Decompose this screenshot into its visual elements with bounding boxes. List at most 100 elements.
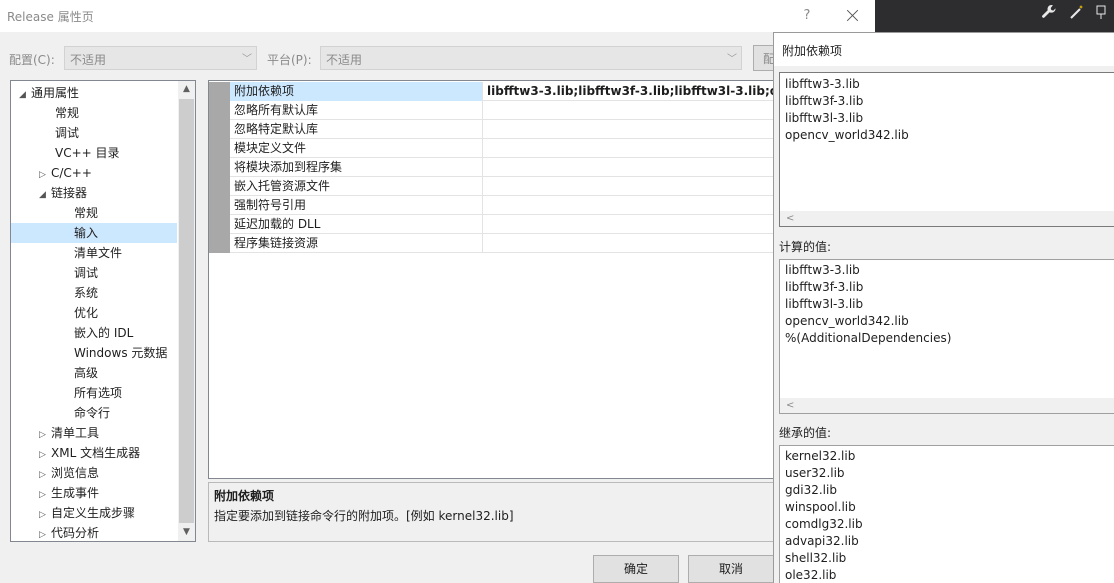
- close-icon[interactable]: [838, 3, 866, 29]
- property-value[interactable]: [483, 120, 774, 139]
- collapsed-arrow-icon[interactable]: ▷: [39, 465, 51, 485]
- property-tree[interactable]: ◢ 通用属性 常规 调试 VC++ 目录 ▷ C/C++ ◢ 链接器 常规 输入 清单文件 调试 系统 优化…: [10, 80, 196, 542]
- tree-item[interactable]: 清单文件: [11, 243, 177, 263]
- property-grid: 附加依赖项 libfftw3-3.lib;libfftw3f-3.lib;libf…: [208, 80, 775, 479]
- property-value[interactable]: [483, 139, 774, 158]
- tree-item[interactable]: 常规: [11, 103, 177, 123]
- computed-values-label: 计算的值:: [779, 240, 832, 254]
- collapsed-arrow-icon[interactable]: ▷: [39, 445, 51, 465]
- tree-item[interactable]: 命令行: [11, 403, 177, 423]
- tree-item-label: VC++ 目录: [55, 146, 120, 160]
- tree-item[interactable]: VC++ 目录: [11, 143, 177, 163]
- property-value[interactable]: [483, 177, 774, 196]
- tree-item[interactable]: 高级: [11, 363, 177, 383]
- tree-item[interactable]: 所有选项: [11, 383, 177, 403]
- property-row[interactable]: 程序集链接资源: [209, 234, 774, 253]
- tree-item-label: 生成事件: [51, 486, 100, 500]
- tree-item[interactable]: 常规: [11, 203, 177, 223]
- tree-item[interactable]: 输入: [11, 223, 177, 243]
- collapsed-arrow-icon[interactable]: ▷: [39, 165, 51, 185]
- list-item: winspool.lib: [785, 500, 856, 514]
- property-row[interactable]: 将模块添加到程序集: [209, 158, 774, 177]
- tree-scrollbar-thumb[interactable]: [179, 99, 194, 523]
- dependencies-edit-items: libfftw3-3.lib libfftw3f-3.lib libfftw3l-3…: [780, 76, 1114, 144]
- property-name: 忽略所有默认库: [230, 101, 483, 120]
- tree-item[interactable]: Windows 元数据: [11, 343, 177, 363]
- scroll-up-icon[interactable]: ▲: [178, 81, 195, 98]
- tree-item[interactable]: ◢ 通用属性: [19, 83, 177, 103]
- tree-item[interactable]: ▷ 清单工具: [11, 423, 177, 443]
- property-row[interactable]: 强制符号引用: [209, 196, 774, 215]
- dialog-title: Release 属性页: [7, 10, 94, 24]
- property-row[interactable]: 忽略特定默认库: [209, 120, 774, 139]
- property-description: 附加依赖项 指定要添加到链接命令行的附加项。[例如 kernel32.lib]: [208, 482, 775, 542]
- property-value[interactable]: [483, 101, 774, 120]
- tree-item[interactable]: 调试: [11, 263, 177, 283]
- scroll-down-icon[interactable]: ▼: [178, 524, 195, 541]
- collapsed-arrow-icon[interactable]: ▷: [39, 525, 51, 541]
- collapsed-arrow-icon[interactable]: ▷: [39, 425, 51, 445]
- tree-item[interactable]: ▷ 代码分析: [11, 523, 177, 541]
- tree-item[interactable]: ▷ XML 文档生成器: [11, 443, 177, 463]
- tree-item-label: 调试: [55, 126, 80, 140]
- property-pages-dialog: Release 属性页 ? 配置(C): 不适用 ﹀ 平台(P): 不适用 ﹀ …: [0, 0, 875, 583]
- property-value[interactable]: [483, 234, 774, 253]
- tree-item[interactable]: 嵌入的 IDL: [11, 323, 177, 343]
- property-name: 模块定义文件: [230, 139, 483, 158]
- list-item: comdlg32.lib: [785, 517, 863, 531]
- list-item: opencv_world342.lib: [785, 128, 909, 142]
- ok-button[interactable]: 确定: [593, 555, 679, 583]
- tree-item[interactable]: ▷ 生成事件: [11, 483, 177, 503]
- tree-item-label: 优化: [74, 306, 99, 320]
- property-row[interactable]: 模块定义文件: [209, 139, 774, 158]
- tree-scrollbar[interactable]: ▲ ▼: [178, 81, 195, 541]
- config-dropdown[interactable]: 不适用 ﹀: [64, 46, 257, 70]
- tree-item-label: 自定义生成步骤: [51, 506, 136, 520]
- property-row[interactable]: 嵌入托管资源文件: [209, 177, 774, 196]
- tree-item-label: 常规: [74, 206, 99, 220]
- wrench-icon[interactable]: [1040, 4, 1058, 22]
- additional-dependencies-dialog: 附加依赖项 libfftw3-3.lib libfftw3f-3.lib libff…: [773, 32, 1114, 583]
- inherited-values-list: kernel32.lib user32.lib gdi32.lib winspool.…: [779, 445, 1114, 583]
- property-name: 忽略特定默认库: [230, 120, 483, 139]
- scroll-left-icon[interactable]: <: [786, 400, 794, 411]
- tree-item[interactable]: ▷ C/C++: [11, 163, 177, 183]
- tree-item[interactable]: 优化: [11, 303, 177, 323]
- property-name: 强制符号引用: [230, 196, 483, 215]
- property-row[interactable]: 附加依赖项 libfftw3-3.lib;libfftw3f-3.lib;libf…: [209, 82, 774, 101]
- property-value[interactable]: [483, 215, 774, 234]
- property-row[interactable]: 忽略所有默认库: [209, 101, 774, 120]
- help-button[interactable]: ?: [796, 5, 818, 27]
- tree-item-label: 代码分析: [51, 526, 100, 540]
- tree-item[interactable]: 系统: [11, 283, 177, 303]
- platform-dropdown[interactable]: 不适用 ﹀: [320, 46, 742, 70]
- computed-hscrollbar[interactable]: <: [780, 398, 1114, 413]
- row-gutter: [209, 139, 230, 158]
- magic-wand-icon[interactable]: [1068, 4, 1086, 22]
- expanded-arrow-icon[interactable]: ◢: [19, 85, 31, 105]
- dep-edit-hscrollbar[interactable]: <: [780, 211, 1114, 226]
- tree-item-label: 常规: [55, 106, 80, 120]
- property-row[interactable]: 延迟加载的 DLL: [209, 215, 774, 234]
- tree-item[interactable]: ◢ 链接器: [11, 183, 177, 203]
- inherited-values-label: 继承的值:: [779, 426, 832, 440]
- tree-item[interactable]: ▷ 自定义生成步骤: [11, 503, 177, 523]
- dependencies-edit-box[interactable]: libfftw3-3.lib libfftw3f-3.lib libfftw3l-3…: [779, 72, 1114, 227]
- inherited-values-items: kernel32.lib user32.lib gdi32.lib winspool.…: [780, 448, 1114, 583]
- list-item: user32.lib: [785, 466, 845, 480]
- property-name: 程序集链接资源: [230, 234, 483, 253]
- collapsed-arrow-icon[interactable]: ▷: [39, 485, 51, 505]
- collapsed-arrow-icon[interactable]: ▷: [39, 505, 51, 525]
- property-value[interactable]: libfftw3-3.lib;libfftw3f-3.lib;libfftw3l…: [483, 82, 774, 101]
- list-item: libfftw3l-3.lib: [785, 297, 864, 311]
- description-title: 附加依赖项: [214, 489, 275, 503]
- tree-item[interactable]: ▷ 浏览信息: [11, 463, 177, 483]
- expanded-arrow-icon[interactable]: ◢: [39, 185, 51, 205]
- cancel-button[interactable]: 取消: [688, 555, 774, 583]
- scroll-left-icon[interactable]: <: [786, 213, 794, 224]
- tree-item[interactable]: 调试: [11, 123, 177, 143]
- pin-icon[interactable]: [1092, 4, 1110, 22]
- row-gutter: [209, 234, 230, 253]
- property-value[interactable]: [483, 196, 774, 215]
- property-value[interactable]: [483, 158, 774, 177]
